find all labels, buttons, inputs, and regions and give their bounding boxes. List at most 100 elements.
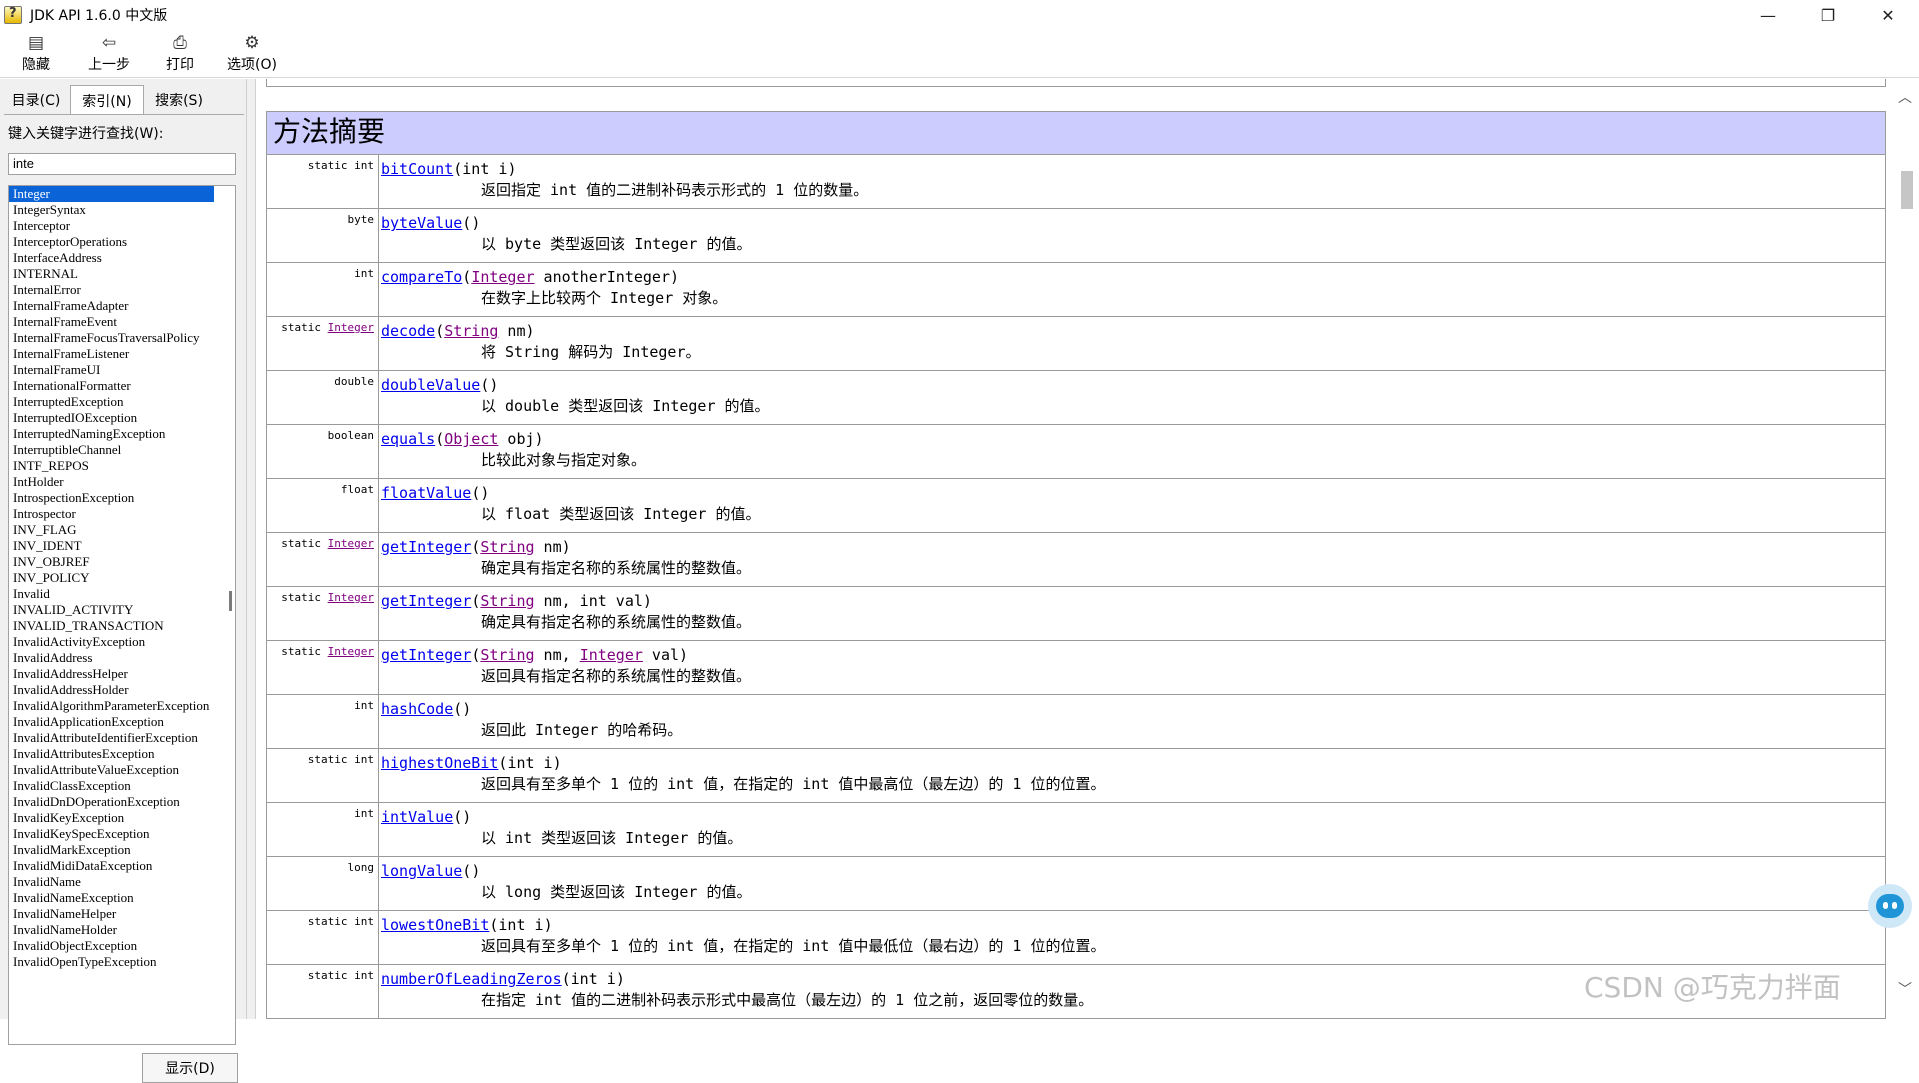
index-list-item[interactable]: InvalidAttributeValueException bbox=[9, 762, 235, 778]
index-list-item[interactable]: InterfaceAddress bbox=[9, 250, 235, 266]
index-scroll-thumb[interactable] bbox=[229, 591, 232, 611]
index-list-item[interactable]: InvalidClassException bbox=[9, 778, 235, 794]
index-list-item[interactable]: InvalidDnDOperationException bbox=[9, 794, 235, 810]
index-list-item[interactable]: InvalidAttributeIdentifierException bbox=[9, 730, 235, 746]
index-list-item[interactable]: InvalidNameException bbox=[9, 890, 235, 906]
index-list-item[interactable]: InvalidMidiDataException bbox=[9, 858, 235, 874]
index-list-item[interactable]: InvalidKeySpecException bbox=[9, 826, 235, 842]
param-type-link[interactable]: Integer bbox=[471, 268, 534, 286]
content-scroll-thumb[interactable] bbox=[1901, 171, 1913, 209]
method-name-link[interactable]: hashCode bbox=[381, 700, 453, 718]
index-list-item[interactable]: INV_FLAG bbox=[9, 522, 235, 538]
index-list-item[interactable]: InterruptedIOException bbox=[9, 410, 235, 426]
method-name-link[interactable]: highestOneBit bbox=[381, 754, 498, 772]
param-type-link[interactable]: String bbox=[480, 538, 534, 556]
index-list-item[interactable]: Invalid bbox=[9, 586, 235, 602]
index-list-item[interactable]: IntrospectionException bbox=[9, 490, 235, 506]
restore-button[interactable]: ❐ bbox=[1798, 0, 1858, 30]
index-list-item[interactable]: InternationalFormatter bbox=[9, 378, 235, 394]
index-list-item[interactable]: InvalidKeyException bbox=[9, 810, 235, 826]
method-name-link[interactable]: bitCount bbox=[381, 160, 453, 178]
index-list-item[interactable]: InvalidOpenTypeException bbox=[9, 954, 235, 970]
param-type-link[interactable]: String bbox=[480, 646, 534, 664]
index-list-item[interactable]: InvalidAddressHelper bbox=[9, 666, 235, 682]
return-type-link[interactable]: Integer bbox=[328, 591, 374, 604]
keyword-input[interactable]: inte bbox=[8, 153, 236, 175]
index-list-item[interactable]: IntegerSyntax bbox=[9, 202, 235, 218]
index-list-item[interactable]: InvalidActivityException bbox=[9, 634, 235, 650]
method-name-link[interactable]: numberOfLeadingZeros bbox=[381, 970, 562, 988]
param-type-link[interactable]: String bbox=[480, 592, 534, 610]
return-type-link[interactable]: Integer bbox=[328, 537, 374, 550]
scroll-down-icon[interactable]: ﹀ bbox=[1898, 979, 1912, 999]
tab-search[interactable]: 搜索(S) bbox=[146, 85, 212, 115]
index-list-item[interactable]: InvalidAddressHolder bbox=[9, 682, 235, 698]
hide-button[interactable]: ▤ 隐藏 bbox=[18, 32, 54, 76]
index-list-item[interactable]: InvalidNameHolder bbox=[9, 922, 235, 938]
return-type-link[interactable]: Integer bbox=[328, 645, 374, 658]
index-list-item[interactable]: InvalidName bbox=[9, 874, 235, 890]
index-scrollbar[interactable] bbox=[225, 186, 235, 1044]
return-type-link[interactable]: Integer bbox=[328, 321, 374, 334]
method-name-link[interactable]: floatValue bbox=[381, 484, 471, 502]
back-button[interactable]: ⇦ 上一步 bbox=[84, 32, 134, 76]
print-button[interactable]: ⎙ 打印 bbox=[162, 32, 198, 76]
index-list-item[interactable]: InvalidAttributesException bbox=[9, 746, 235, 762]
tab-index[interactable]: 索引(N) bbox=[70, 85, 144, 115]
index-list-item[interactable]: INV_OBJREF bbox=[9, 554, 235, 570]
method-description: 返回具有至多单个 1 位的 int 值，在指定的 int 值中最低位（最右边）的… bbox=[481, 937, 1106, 955]
method-name-link[interactable]: decode bbox=[381, 322, 435, 340]
index-list-item[interactable]: InvalidApplicationException bbox=[9, 714, 235, 730]
method-signature-line: getInteger(String nm, Integer val) bbox=[381, 645, 1885, 665]
options-button[interactable]: ⚙ 选项(O) bbox=[224, 32, 280, 76]
index-list-item[interactable]: InternalFrameListener bbox=[9, 346, 235, 362]
paren-open: ( bbox=[462, 214, 472, 232]
index-list-item[interactable]: Introspector bbox=[9, 506, 235, 522]
index-list-item[interactable]: InvalidMarkException bbox=[9, 842, 235, 858]
index-list-item[interactable]: InterruptibleChannel bbox=[9, 442, 235, 458]
index-list-item[interactable]: InvalidAlgorithmParameterException bbox=[9, 698, 235, 714]
index-list-item[interactable]: INVALID_TRANSACTION bbox=[9, 618, 235, 634]
index-list-item[interactable]: INV_POLICY bbox=[9, 570, 235, 586]
index-list-item[interactable]: InterruptedNamingException bbox=[9, 426, 235, 442]
method-name-link[interactable]: doubleValue bbox=[381, 376, 480, 394]
index-list-item[interactable]: InvalidNameHelper bbox=[9, 906, 235, 922]
index-list-item[interactable]: InterruptedException bbox=[9, 394, 235, 410]
param-type-link[interactable]: Integer bbox=[580, 646, 643, 664]
index-list[interactable]: Integer IntegerSyntax Interceptor Intercept… bbox=[8, 185, 236, 1045]
method-name-link[interactable]: getInteger bbox=[381, 646, 471, 664]
index-list-item[interactable]: InternalFrameFocusTraversalPolicy bbox=[9, 330, 235, 346]
index-list-item[interactable]: INTF_REPOS bbox=[9, 458, 235, 474]
param-type-link[interactable]: Object bbox=[444, 430, 498, 448]
method-name-link[interactable]: lowestOneBit bbox=[381, 916, 489, 934]
method-name-link[interactable]: longValue bbox=[381, 862, 462, 880]
index-list-item[interactable]: IntHolder bbox=[9, 474, 235, 490]
method-name-link[interactable]: getInteger bbox=[381, 538, 471, 556]
method-name-link[interactable]: equals bbox=[381, 430, 435, 448]
pane-splitter[interactable] bbox=[246, 79, 256, 1019]
index-list-item[interactable]: InvalidAddress bbox=[9, 650, 235, 666]
method-name-link[interactable]: byteValue bbox=[381, 214, 462, 232]
method-name-link[interactable]: getInteger bbox=[381, 592, 471, 610]
index-list-item[interactable]: Integer bbox=[9, 186, 214, 202]
scroll-up-icon[interactable]: ︿ bbox=[1898, 87, 1912, 107]
chat-assistant-icon[interactable] bbox=[1868, 884, 1912, 928]
method-name-link[interactable]: compareTo bbox=[381, 268, 462, 286]
index-list-item[interactable]: InternalFrameUI bbox=[9, 362, 235, 378]
index-list-item[interactable]: InvalidObjectException bbox=[9, 938, 235, 954]
index-list-item[interactable]: InternalFrameAdapter bbox=[9, 298, 235, 314]
index-list-item[interactable]: Interceptor bbox=[9, 218, 235, 234]
content-scrollbar[interactable]: ︿ ﹀ bbox=[1893, 79, 1919, 1019]
close-button[interactable]: ✕ bbox=[1858, 0, 1918, 30]
index-list-item[interactable]: INV_IDENT bbox=[9, 538, 235, 554]
tab-contents[interactable]: 目录(C) bbox=[4, 85, 68, 115]
method-name-link[interactable]: intValue bbox=[381, 808, 453, 826]
index-list-item[interactable]: InternalFrameEvent bbox=[9, 314, 235, 330]
index-list-item[interactable]: InternalError bbox=[9, 282, 235, 298]
index-list-item[interactable]: INVALID_ACTIVITY bbox=[9, 602, 235, 618]
index-list-item[interactable]: INTERNAL bbox=[9, 266, 235, 282]
index-list-item[interactable]: InterceptorOperations bbox=[9, 234, 235, 250]
show-button[interactable]: 显示(D) bbox=[142, 1053, 238, 1083]
param-type-link[interactable]: String bbox=[444, 322, 498, 340]
minimize-button[interactable]: — bbox=[1738, 0, 1798, 30]
